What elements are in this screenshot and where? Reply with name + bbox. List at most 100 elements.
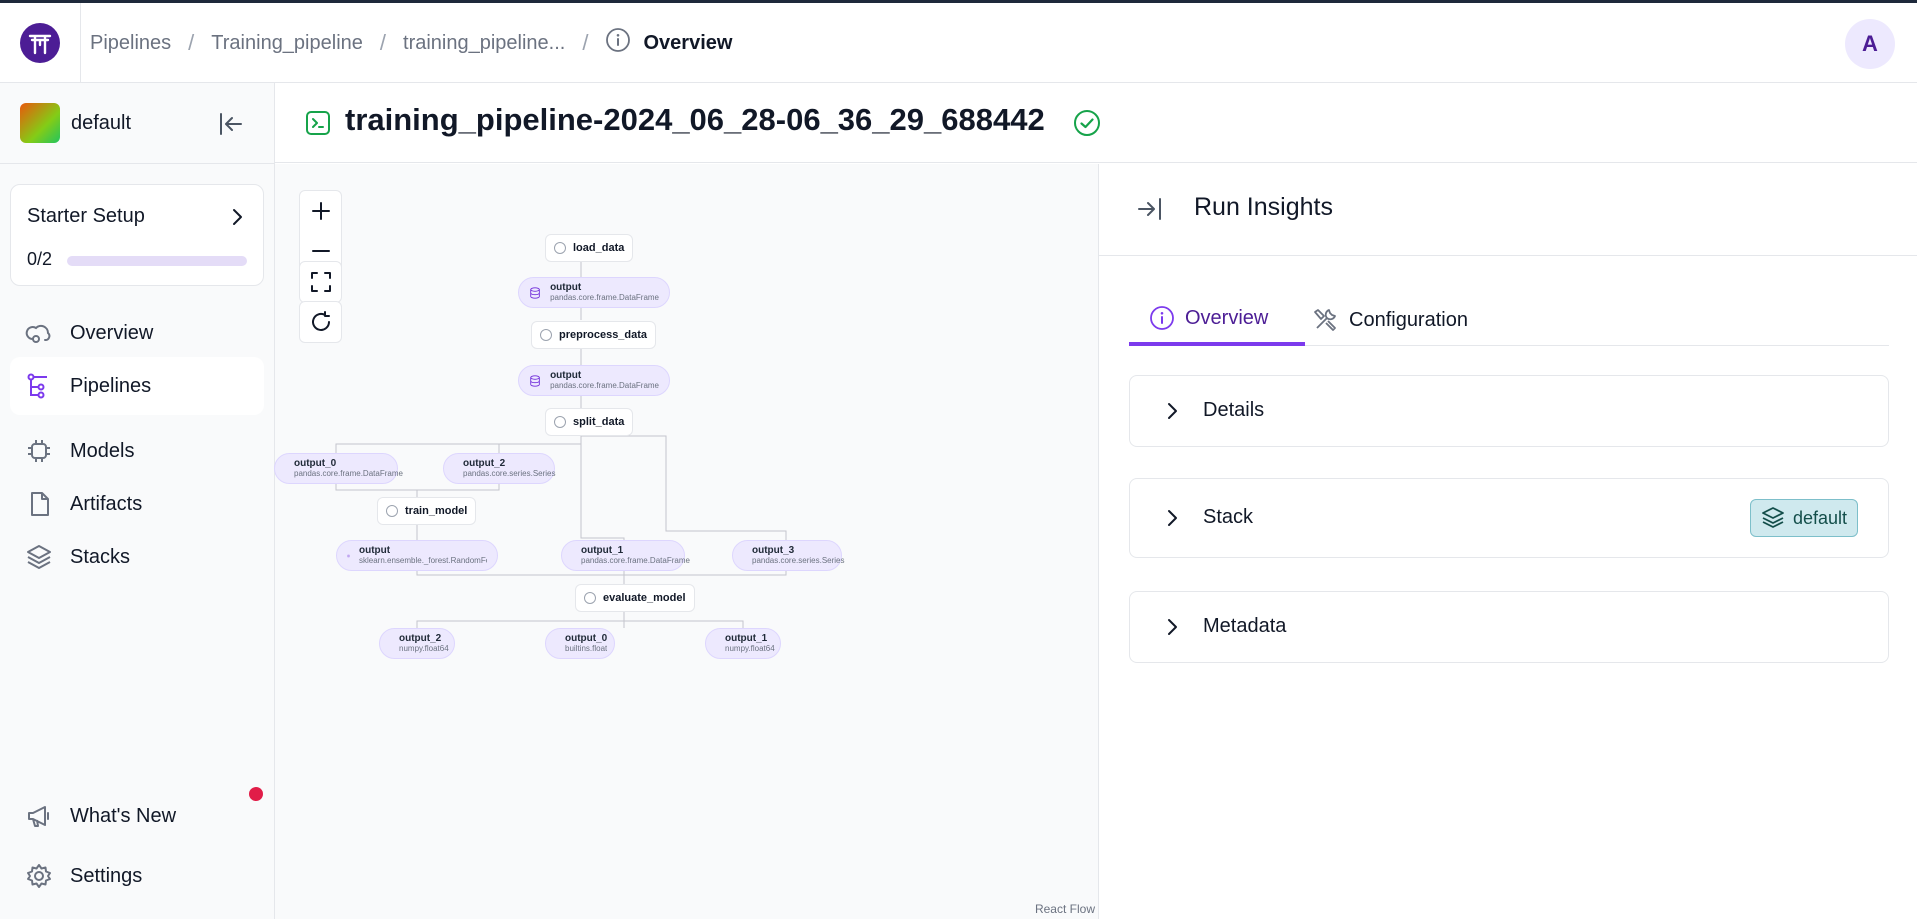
artifact-node[interactable]: output_3 pandas.core.series.Series <box>732 540 845 571</box>
artifact-node[interactable]: output_1 numpy.float64 <box>705 628 781 659</box>
artifact-type: pandas.core.frame.DataFrame <box>550 381 659 390</box>
artifact-node[interactable]: output_0 builtins.float <box>545 628 615 659</box>
artifact-name: output <box>550 370 582 381</box>
metadata-section[interactable]: Metadata <box>1129 591 1889 663</box>
step-icon <box>554 416 566 428</box>
stack-badge-label: default <box>1792 507 1847 528</box>
breadcrumb-pipelines[interactable]: Pipelines <box>90 32 171 55</box>
artifact-name: output_0 <box>294 458 337 469</box>
artifact-type: pandas.core.series.Series <box>463 469 556 478</box>
stack-badge[interactable]: default <box>1749 499 1858 537</box>
breadcrumb-separator: / <box>379 30 387 55</box>
stacks-icon <box>1761 506 1785 530</box>
artifact-type: builtins.float <box>565 644 608 653</box>
artifact-name: output_0 <box>565 633 608 644</box>
sidebar-item-label: Models <box>70 439 135 462</box>
artifact-node[interactable]: output_2 numpy.float64 <box>379 628 455 659</box>
sidebar-item-whats-new[interactable]: What's New <box>10 787 264 845</box>
run-header: training_pipeline-2024_06_28-06_36_29_68… <box>275 83 1917 163</box>
collapse-sidebar-icon[interactable] <box>216 109 246 144</box>
artifact-name: output_2 <box>399 633 442 644</box>
step-node-split-data[interactable]: split_data <box>545 408 634 436</box>
breadcrumb-training-pipeline[interactable]: Training_pipeline <box>211 32 363 55</box>
step-node-load-data[interactable]: load_data <box>545 234 634 262</box>
step-node-preprocess-data[interactable]: preprocess_data <box>531 321 657 349</box>
starter-setup-card[interactable]: Starter Setup 0/2 <box>10 184 264 286</box>
tab-configuration[interactable]: Configuration <box>1311 294 1501 346</box>
top-bar: Pipelines / Training_pipeline / training… <box>0 3 1917 83</box>
artifact-node[interactable]: outputsklearn.ensemble._forest.RandomFor… <box>336 540 498 571</box>
tab-overview[interactable]: Overview <box>1129 294 1305 346</box>
artifact-node[interactable]: output pandas.core.frame.DataFrame <box>518 277 670 308</box>
stack-section[interactable]: Stack default <box>1129 478 1889 558</box>
step-node-train-model[interactable]: train_model <box>377 497 477 525</box>
breadcrumb-separator: / <box>582 30 589 55</box>
sidebar-item-stacks[interactable]: Stacks <box>10 528 264 586</box>
avatar[interactable]: A <box>1845 19 1895 69</box>
artifact-type: numpy.float64 <box>399 644 449 653</box>
workspace-switcher[interactable]: default <box>20 103 131 143</box>
gear-icon <box>24 861 54 891</box>
sidebar: default Starter Setup 0/2 Overview Pipel… <box>0 83 275 919</box>
section-label: Metadata <box>1203 615 1287 637</box>
database-icon <box>530 286 540 299</box>
model-icon <box>347 554 350 557</box>
stacks-icon <box>24 542 54 572</box>
artifact-type: sklearn.ensemble._forest.RandomForest... <box>359 556 487 565</box>
step-icon <box>386 505 398 517</box>
breadcrumb-overview: Overview <box>643 31 733 54</box>
artifact-node[interactable]: output_2 pandas.core.series.Series <box>443 453 556 484</box>
sidebar-item-label: Overview <box>70 321 154 344</box>
app-logo[interactable] <box>20 23 60 63</box>
megaphone-icon <box>24 801 54 831</box>
notification-dot <box>249 787 263 801</box>
artifact-type: pandas.core.series.Series <box>752 556 845 565</box>
artifact-name: output_3 <box>752 545 795 556</box>
react-flow-attribution[interactable]: React Flow <box>1035 902 1095 916</box>
artifacts-icon <box>24 489 54 519</box>
panel-tabs: Overview Configuration <box>1129 294 1889 346</box>
artifact-name: output_1 <box>725 633 768 644</box>
artifact-type: pandas.core.frame.DataFrame <box>294 469 403 478</box>
sidebar-item-pipelines[interactable]: Pipelines <box>10 357 264 415</box>
artifact-node[interactable]: output_1 pandas.core.frame.DataFrame <box>561 540 690 571</box>
sidebar-item-models[interactable]: Models <box>10 422 264 480</box>
artifact-node[interactable]: output_0 pandas.core.frame.DataFrame <box>274 453 403 484</box>
run-insights-panel: Run Insights Overview Configuration Deta… <box>1098 164 1917 919</box>
sidebar-item-overview[interactable]: Overview <box>10 304 264 362</box>
artifact-name: output <box>359 545 391 556</box>
terminal-icon <box>305 110 331 141</box>
sidebar-item-settings[interactable]: Settings <box>10 847 264 905</box>
page-title: training_pipeline-2024_06_28-06_36_29_68… <box>345 102 1045 137</box>
info-icon <box>605 27 631 59</box>
panel-title: Run Insights <box>1194 193 1333 221</box>
artifact-type: numpy.float64 <box>725 644 775 653</box>
sidebar-item-label: Settings <box>70 864 143 887</box>
artifact-name: output_1 <box>581 545 624 556</box>
collapse-panel-icon[interactable] <box>1135 194 1165 229</box>
step-label: preprocess_data <box>559 329 648 341</box>
step-node-evaluate-model[interactable]: evaluate_model <box>575 584 695 612</box>
artifact-node[interactable]: output pandas.core.frame.DataFrame <box>518 365 670 396</box>
chevron-right-icon <box>229 207 245 232</box>
chevron-right-icon <box>1166 507 1180 534</box>
chevron-right-icon <box>1166 400 1180 427</box>
starter-progress-bar <box>67 256 247 266</box>
chevron-right-icon <box>1166 616 1180 643</box>
details-section[interactable]: Details <box>1129 375 1889 447</box>
artifact-name: output_2 <box>463 458 506 469</box>
dag-canvas[interactable]: load_data output pandas.core.frame.DataFr… <box>274 164 1098 919</box>
sidebar-item-label: Stacks <box>70 545 131 568</box>
step-icon <box>554 242 566 254</box>
section-label: Details <box>1203 399 1265 421</box>
breadcrumb-separator: / <box>188 30 195 55</box>
step-label: load_data <box>573 242 625 254</box>
models-icon <box>24 436 54 466</box>
tools-icon <box>1311 306 1339 334</box>
step-label: train_model <box>405 505 468 517</box>
tab-label: Configuration <box>1349 308 1468 331</box>
breadcrumb-run[interactable]: training_pipeline... <box>403 32 565 55</box>
pipelines-icon <box>24 371 54 401</box>
sidebar-item-artifacts[interactable]: Artifacts <box>10 475 264 533</box>
sidebar-item-label: What's New <box>70 804 177 827</box>
